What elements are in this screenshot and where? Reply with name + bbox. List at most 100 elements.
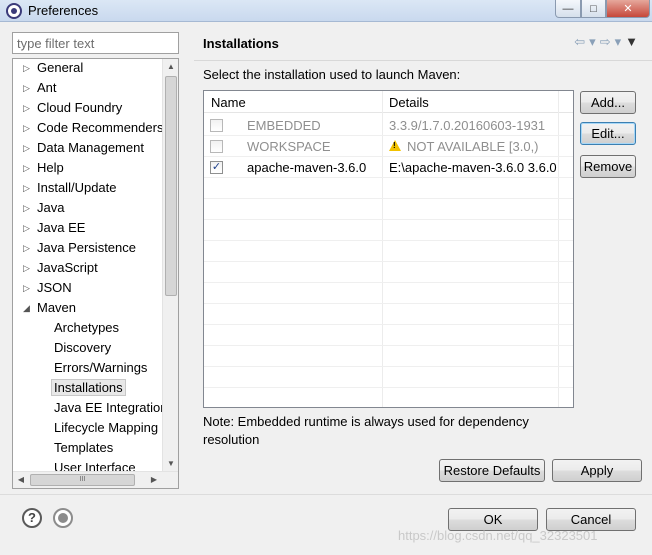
tree-item-label: Errors/Warnings xyxy=(54,360,148,375)
table-header: Name Details xyxy=(204,91,573,113)
table-row-empty xyxy=(204,241,573,262)
scroll-up-icon[interactable]: ▲ xyxy=(163,59,178,75)
column-header-details[interactable]: Details xyxy=(389,95,429,110)
table-row[interactable]: ✓ apache-maven-3.6.0 E:\apache-maven-3.6.0… xyxy=(204,157,573,178)
minimize-button[interactable]: — xyxy=(555,0,581,18)
preferences-tree[interactable]: ▷ General ▷ Ant ▷ Cloud Foundry ▷ Code Recommen… xyxy=(12,58,179,489)
tree-collapse-icon[interactable]: ◢ xyxy=(23,299,33,317)
tree-expand-icon[interactable]: ▷ xyxy=(23,259,33,277)
tree-item-label: Archetypes xyxy=(54,320,120,335)
maximize-button[interactable]: □ xyxy=(581,0,606,18)
view-menu-icon[interactable]: ▼ xyxy=(625,34,638,50)
scroll-right-icon[interactable]: ▶ xyxy=(146,472,162,488)
tree-item-label: Installations xyxy=(51,379,126,396)
table-row[interactable]: WORKSPACE! NOT AVAILABLE [3.0,) xyxy=(204,136,573,157)
scroll-left-icon[interactable]: ◀ xyxy=(13,472,29,488)
tree-item-label: Code Recommenders xyxy=(37,120,164,135)
table-row-empty xyxy=(204,346,573,367)
tree-item-label: Java Persistence xyxy=(37,240,136,255)
eclipse-app-icon xyxy=(6,3,22,19)
page-title: Installations xyxy=(203,36,279,51)
maximize-icon: □ xyxy=(590,2,597,15)
tree-item-discovery[interactable]: Discovery xyxy=(54,339,111,357)
minimize-icon: — xyxy=(562,2,574,15)
tree-expand-icon[interactable]: ▷ xyxy=(23,59,33,77)
tree-item-java-ee-integration[interactable]: Java EE Integration xyxy=(54,399,167,417)
add-button[interactable]: Add... xyxy=(580,91,636,114)
title-divider xyxy=(194,60,652,61)
remove-button[interactable]: Remove xyxy=(580,155,636,178)
tree-item-label: Lifecycle Mapping xyxy=(54,420,159,435)
tree-vertical-scroll-thumb[interactable] xyxy=(165,76,177,296)
tree-expand-icon[interactable]: ▷ xyxy=(23,119,33,137)
tree-expand-icon[interactable]: ▷ xyxy=(23,279,33,297)
tree-item-label: Data Management xyxy=(37,140,144,155)
installation-details: NOT AVAILABLE [3.0,) xyxy=(407,139,539,154)
back-arrow-icon[interactable]: ⇦ xyxy=(574,34,585,50)
installations-table[interactable]: Name Details EMBEDDED 3.3.9/1.7.0.2016060… xyxy=(203,90,574,408)
forward-dropdown-icon[interactable]: ▾ xyxy=(615,34,622,50)
watermark-text: https://blog.csdn.net/qq_32323501 xyxy=(398,528,598,543)
tree-item-label: Java EE Integration xyxy=(54,400,168,415)
table-row-empty xyxy=(204,262,573,283)
page-navigation: ⇦ ▾ ⇨ ▾ ▼ xyxy=(574,34,638,50)
installation-checkbox[interactable] xyxy=(210,119,223,132)
tree-expand-icon[interactable]: ▷ xyxy=(23,179,33,197)
table-row[interactable]: EMBEDDED 3.3.9/1.7.0.20160603-1931 xyxy=(204,115,573,136)
tree-item-label: General xyxy=(37,60,84,75)
tree-item-label: JSON xyxy=(37,280,72,295)
apply-button[interactable]: Apply xyxy=(552,459,642,482)
tree-vertical-scrollbar[interactable]: ▲ ▼ xyxy=(162,59,178,472)
tree-expand-icon[interactable]: ▷ xyxy=(23,219,33,237)
installation-name: apache-maven-3.6.0 xyxy=(247,160,367,175)
tree-horizontal-scroll-thumb[interactable]: III xyxy=(30,474,135,486)
tree-expand-icon[interactable]: ▷ xyxy=(23,239,33,257)
filter-input[interactable] xyxy=(12,32,179,54)
table-row-empty xyxy=(204,178,573,199)
installation-checkbox[interactable]: ✓ xyxy=(210,161,223,174)
warning-icon: ! xyxy=(389,140,401,151)
tree-expand-icon[interactable]: ▷ xyxy=(23,139,33,157)
tree-expand-icon[interactable]: ▷ xyxy=(23,199,33,217)
forward-arrow-icon[interactable]: ⇨ xyxy=(600,34,611,50)
record-macro-icon[interactable] xyxy=(53,508,73,528)
table-row-empty xyxy=(204,388,573,407)
tree-item-templates[interactable]: Templates xyxy=(54,439,113,457)
tree-expand-icon[interactable]: ▷ xyxy=(23,99,33,117)
tree-item-label: Maven xyxy=(37,300,77,315)
tree-item-label: Ant xyxy=(37,80,57,95)
table-row-empty xyxy=(204,304,573,325)
restore-defaults-button[interactable]: Restore Defaults xyxy=(439,459,545,482)
installation-details: E:\apache-maven-3.6.0 3.6.0 xyxy=(389,160,557,175)
window-controls: — □ ✕ xyxy=(555,0,650,18)
tree-item-lifecycle-mapping[interactable]: Lifecycle Mapping xyxy=(54,419,158,437)
edit-button[interactable]: Edit... xyxy=(580,122,636,145)
table-row-empty xyxy=(204,367,573,388)
tree-item-installations[interactable]: Installations xyxy=(51,379,126,397)
embedded-runtime-note: Note: Embedded runtime is always used fo… xyxy=(203,414,529,447)
installation-details: 3.3.9/1.7.0.20160603-1931 xyxy=(389,118,546,133)
column-header-name[interactable]: Name xyxy=(211,95,246,110)
tree-horizontal-scrollbar[interactable]: ◀ III ▶ xyxy=(13,471,178,488)
tree-item-label: Discovery xyxy=(54,340,112,355)
instruction-label: Select the installation used to launch M… xyxy=(203,67,461,82)
tree-expand-icon[interactable]: ▷ xyxy=(23,159,33,177)
close-button[interactable]: ✕ xyxy=(606,0,650,18)
title-bar: Preferences — □ ✕ xyxy=(0,0,652,22)
installation-checkbox[interactable] xyxy=(210,140,223,153)
tree-item-label: Java EE xyxy=(37,220,86,235)
table-row-empty xyxy=(204,220,573,241)
help-icon[interactable]: ? xyxy=(22,508,42,528)
scroll-down-icon[interactable]: ▼ xyxy=(163,456,178,472)
tree-item-archetypes[interactable]: Archetypes xyxy=(54,319,119,337)
installation-name: WORKSPACE xyxy=(247,139,331,154)
window-title: Preferences xyxy=(28,3,99,18)
back-dropdown-icon[interactable]: ▾ xyxy=(589,34,596,50)
installation-name: EMBEDDED xyxy=(247,118,321,133)
table-row-empty xyxy=(204,325,573,346)
tree-expand-icon[interactable]: ▷ xyxy=(23,79,33,97)
close-icon: ✕ xyxy=(623,3,633,15)
tree-item-errors-warnings[interactable]: Errors/Warnings xyxy=(54,359,147,377)
tree-item-label: Help xyxy=(37,160,64,175)
tree-item-label: Install/Update xyxy=(37,180,117,195)
